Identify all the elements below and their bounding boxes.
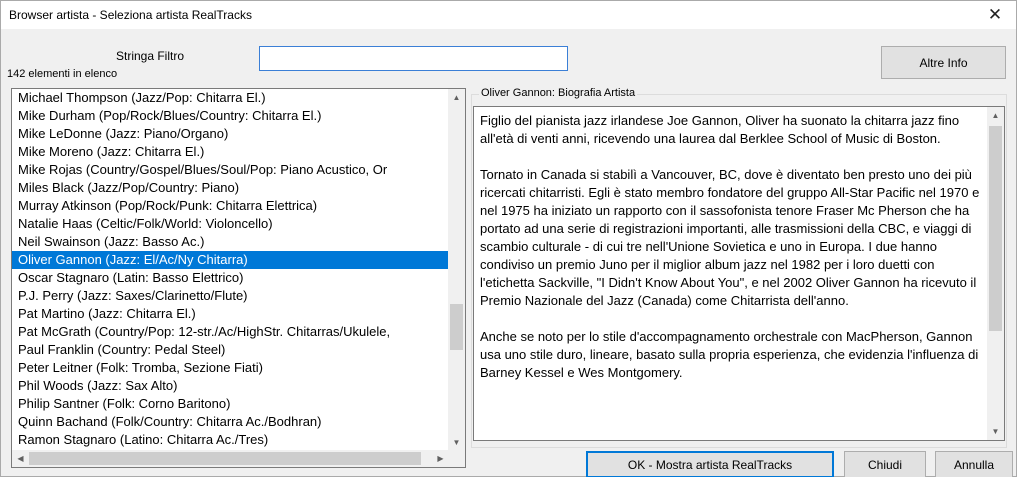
artist-list-item[interactable]: Murray Atkinson (Pop/Rock/Punk: Chitarra… (12, 197, 449, 215)
artist-list-item[interactable]: Oliver Gannon (Jazz: El/Ac/Ny Chitarra) (12, 251, 449, 269)
more-info-button[interactable]: Altre Info (881, 46, 1006, 79)
artist-list-item[interactable]: Quinn Bachand (Folk/Country: Chitarra Ac… (12, 413, 449, 431)
scroll-up-icon[interactable]: ▲ (448, 89, 465, 106)
biography-vertical-scrollbar[interactable]: ▲ ▼ (987, 107, 1004, 440)
artist-list-item[interactable]: Miles Black (Jazz/Pop/Country: Piano) (12, 179, 449, 197)
scroll-left-icon[interactable]: ◀ (12, 450, 29, 467)
biography-paragraph: Tornato in Canada si stabilì a Vancouver… (480, 167, 980, 308)
item-count-label: 142 elementi in elenco (7, 68, 118, 80)
close-icon[interactable]: ✕ (980, 4, 1010, 26)
artist-list-item[interactable]: Paul Franklin (Country: Pedal Steel) (12, 341, 449, 359)
artist-list-item[interactable]: Mike Rojas (Country/Gospel/Blues/Soul/Po… (12, 161, 449, 179)
artist-list-item[interactable]: Peter Leitner (Folk: Tromba, Sezione Fia… (12, 359, 449, 377)
list-horizontal-scroll-thumb[interactable] (29, 452, 421, 465)
cancel-button[interactable]: Annulla (935, 451, 1013, 477)
list-vertical-scrollbar[interactable]: ▲ ▼ (448, 89, 465, 451)
list-vertical-scroll-thumb[interactable] (450, 304, 463, 350)
biography-text: Figlio del pianista jazz irlandese Joe G… (480, 112, 985, 400)
biography-scroll-thumb[interactable] (989, 126, 1002, 331)
artist-list-item[interactable]: P.J. Perry (Jazz: Saxes/Clarinetto/Flute… (12, 287, 449, 305)
artist-list-item[interactable]: Natalie Haas (Celtic/Folk/World: Violonc… (12, 215, 449, 233)
artist-list-item[interactable]: Mike Durham (Pop/Rock/Blues/Country: Chi… (12, 107, 449, 125)
list-horizontal-scrollbar[interactable]: ◀ ▶ (12, 450, 449, 467)
scroll-right-icon[interactable]: ▶ (432, 450, 449, 467)
artist-list-item[interactable]: Philip Santner (Folk: Corno Baritono) (12, 395, 449, 413)
filter-label: Stringa Filtro (116, 49, 185, 63)
scroll-up-icon[interactable]: ▲ (987, 107, 1004, 124)
artist-list-item[interactable]: Pat Martino (Jazz: Chitarra El.) (12, 305, 449, 323)
artist-list-item[interactable]: Mike LeDonne (Jazz: Piano/Organo) (12, 125, 449, 143)
filter-input[interactable] (259, 46, 568, 71)
artist-list-item[interactable]: Phil Woods (Jazz: Sax Alto) (12, 377, 449, 395)
artist-browser-dialog: Browser artista - Seleziona artista Real… (0, 0, 1017, 477)
artist-list-item[interactable]: Michael Thompson (Jazz/Pop: Chitarra El.… (12, 89, 449, 107)
biography-group-label: Oliver Gannon: Biografia Artista (479, 87, 638, 99)
artist-list-item[interactable]: Neil Swainson (Jazz: Basso Ac.) (12, 233, 449, 251)
close-button[interactable]: Chiudi (844, 451, 926, 477)
biography-textbox[interactable]: Figlio del pianista jazz irlandese Joe G… (473, 106, 1005, 441)
scroll-down-icon[interactable]: ▼ (987, 423, 1004, 440)
artist-listbox[interactable]: Michael Thompson (Jazz/Pop: Chitarra El.… (11, 88, 466, 468)
artist-list-item[interactable]: Ramon Stagnaro (Latino: Chitarra Ac./Tre… (12, 431, 449, 449)
artist-list-item[interactable]: Pat McGrath (Country/Pop: 12-str./Ac/Hig… (12, 323, 449, 341)
biography-paragraph: Anche se noto per lo stile d'accompagnam… (480, 329, 979, 380)
window-title: Browser artista - Seleziona artista Real… (9, 8, 252, 22)
title-bar: Browser artista - Seleziona artista Real… (1, 1, 1016, 29)
scroll-corner (448, 450, 465, 467)
ok-show-artist-button[interactable]: OK - Mostra artista RealTracks (586, 451, 834, 477)
scroll-down-icon[interactable]: ▼ (448, 434, 465, 451)
biography-paragraph: Figlio del pianista jazz irlandese Joe G… (480, 113, 960, 146)
artist-list-item[interactable]: Mike Moreno (Jazz: Chitarra El.) (12, 143, 449, 161)
artist-list-item[interactable]: Oscar Stagnaro (Latin: Basso Elettrico) (12, 269, 449, 287)
artist-list: Michael Thompson (Jazz/Pop: Chitarra El.… (12, 89, 449, 451)
